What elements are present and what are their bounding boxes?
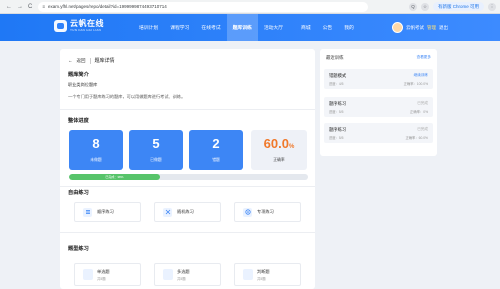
shuffle-icon <box>163 207 172 217</box>
type-count: 共5题 <box>97 277 106 281</box>
stat-card-done: 5 已做题 <box>129 130 183 170</box>
true-false-icon <box>243 269 253 280</box>
back-link[interactable]: 返回 <box>77 58 86 64</box>
avatar[interactable] <box>392 22 403 33</box>
continue-training-button[interactable]: 继续训练 <box>414 73 428 78</box>
type-name: 单选题 <box>97 269 110 274</box>
record-name: 题序练习 <box>329 127 347 132</box>
stat-label: 未做题 <box>90 158 102 162</box>
record-name: 题序练习 <box>329 101 347 106</box>
practice-label: 顺序练习 <box>97 209 114 214</box>
true-false-type-card[interactable]: 判断题 共5题 <box>234 263 301 286</box>
zoom-icon[interactable]: Q <box>408 2 417 11</box>
nav-online-exam[interactable]: 在线考试 <box>195 14 226 41</box>
site-info-icon[interactable]: ≡ <box>42 4 45 9</box>
nav-training-plan[interactable]: 培训计划 <box>133 14 164 41</box>
breadcrumb: ← 返回 题库详情 <box>68 57 115 64</box>
completed-status: 已完成 <box>417 101 428 105</box>
practice-label: 随机练习 <box>177 209 194 214</box>
admin-link[interactable]: 管理 <box>427 25 436 31</box>
nav-question-bank[interactable]: 题库训练 <box>226 14 258 41</box>
progress-bar: 已完成：38% <box>69 174 308 180</box>
back-nav-icon[interactable]: ← <box>6 4 12 10</box>
recent-training-panel: 最近训练 查看更多 错题模式 进度：4/5 继续训练 正确率：100.0% 题序… <box>320 49 437 156</box>
repo-description: 一个专门用于题库练习的题库，可以用做题库进行考试、训练。 <box>68 94 186 99</box>
type-count: 共5题 <box>177 277 186 281</box>
record-progress: 进度：4/5 <box>329 82 344 86</box>
nav-mine[interactable]: 我的 <box>338 14 360 41</box>
types-heading: 题型练习 <box>68 246 89 252</box>
multi-choice-type-card[interactable]: 多选题 共5题 <box>154 263 221 286</box>
main-nav: 培训计划 课程学习 在线考试 题库训练 活动大厅 商城 公告 我的 <box>133 14 360 41</box>
bookmark-star-icon[interactable]: ☆ <box>420 2 429 11</box>
accuracy-card: 60.0% 正确率 <box>251 130 307 170</box>
stat-card-undone: 8 未做题 <box>69 130 123 170</box>
logout-link[interactable]: 退出 <box>439 25 448 31</box>
stat-number: 8 <box>92 136 100 151</box>
nav-notice[interactable]: 公告 <box>317 14 339 41</box>
divider <box>60 109 315 110</box>
stat-label: 已做题 <box>150 158 162 162</box>
site-header: 云帆在线 YUN FAN HAI LIAN 培训计划 课程学习 在线考试 题库训… <box>0 14 500 41</box>
accuracy-label: 正确率 <box>273 158 285 162</box>
reload-icon[interactable]: C <box>28 4 32 10</box>
record-accuracy: 正确率：60.0% <box>405 136 428 140</box>
stat-card-wrong: 2 错题 <box>189 130 243 170</box>
list-icon <box>83 207 92 217</box>
logo-icon <box>54 20 67 32</box>
stat-label: 错题 <box>212 158 220 162</box>
special-practice-button[interactable]: 专项练习 <box>234 202 301 222</box>
training-record: 题序练习 进度：5/5 已完成 正确率：60.0% <box>324 123 433 143</box>
progress-fill: 已完成：38% <box>69 174 160 180</box>
logo-subtext: YUN FAN HAI LIAN <box>70 28 102 32</box>
multi-choice-icon <box>163 269 173 280</box>
training-record: 错题模式 进度：4/5 继续训练 正确率：100.0% <box>324 69 433 89</box>
stat-number: 2 <box>212 136 220 151</box>
view-more-link[interactable]: 查看更多 <box>417 55 431 60</box>
stat-number: 5 <box>152 136 160 151</box>
divider <box>60 232 315 233</box>
completed-status: 已完成 <box>417 127 428 131</box>
repo-detail-card: ← 返回 题库详情 题库简介 职业类岗位题库 一个专门用于题库练习的题库，可以用… <box>60 49 315 289</box>
nav-mall[interactable]: 商城 <box>295 14 317 41</box>
record-name: 错题模式 <box>329 73 347 78</box>
record-accuracy: 正确率：100.0% <box>403 82 428 86</box>
sequential-practice-button[interactable]: 顺序练习 <box>74 202 141 222</box>
address-bar[interactable]: ≡ exam.yfhl.net/pages/repo/detail?id=199… <box>38 1 369 12</box>
nav-activity-hall[interactable]: 活动大厅 <box>258 14 289 41</box>
record-progress: 进度：5/5 <box>329 110 344 114</box>
recent-training-title: 最近训练 <box>326 55 344 60</box>
user-name[interactable]: 云帆考试 <box>406 25 424 31</box>
practice-label: 专项练习 <box>257 209 274 214</box>
repo-name: 职业类岗位题库 <box>68 82 98 87</box>
training-record: 题序练习 进度：5/5 已完成 正确率：0% <box>324 97 433 117</box>
site-logo[interactable]: 云帆在线 YUN FAN HAI LIAN <box>54 18 106 37</box>
type-name: 多选题 <box>177 269 190 274</box>
forward-nav-icon[interactable]: → <box>17 4 23 10</box>
type-count: 共5题 <box>257 277 266 281</box>
user-area: 云帆考试 管理 退出 <box>392 22 448 33</box>
divider <box>89 57 91 64</box>
progress-heading: 整体进度 <box>68 118 89 124</box>
page-title: 题库详情 <box>94 58 115 64</box>
url-text: exam.yfhl.net/pages/repo/detail?id=19999… <box>47 4 167 9</box>
single-choice-type-card[interactable]: 单选题 共5题 <box>74 263 141 286</box>
record-progress: 进度：5/5 <box>329 136 344 140</box>
accuracy-value: 60.0% <box>263 136 295 151</box>
intro-heading: 题库简介 <box>68 72 89 78</box>
divider <box>60 186 315 187</box>
random-practice-button[interactable]: 随机练习 <box>154 202 221 222</box>
chrome-update-button[interactable]: 有新版 Chrome 可用 <box>432 2 484 11</box>
browser-toolbar: ← → C ≡ exam.yfhl.net/pages/repo/detail?… <box>0 0 500 14</box>
practice-heading: 自由练习 <box>68 190 89 196</box>
nav-course-study[interactable]: 课程学习 <box>164 14 195 41</box>
back-arrow-icon[interactable]: ← <box>68 58 73 63</box>
single-choice-icon <box>83 269 93 280</box>
browser-menu-icon[interactable]: ⋮ <box>488 2 496 11</box>
target-icon <box>243 207 252 217</box>
type-name: 判断题 <box>257 269 270 274</box>
record-accuracy: 正确率：0% <box>410 110 428 114</box>
